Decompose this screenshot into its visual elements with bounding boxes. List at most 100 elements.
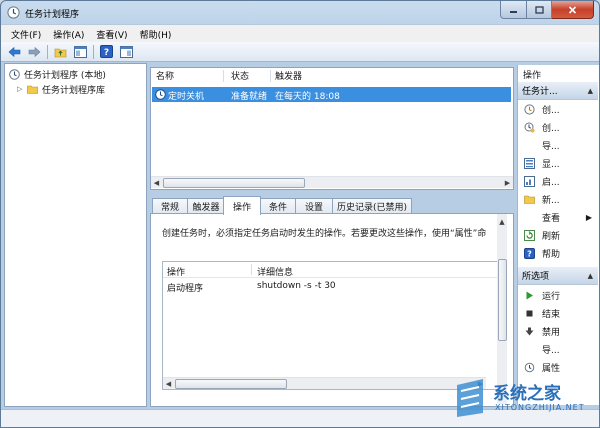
tree-item-local[interactable]: 任务计划程序 (本地) (9, 67, 106, 81)
action-create-basic-task[interactable]: 创... (518, 101, 598, 117)
minimize-button[interactable] (500, 1, 527, 19)
action-display-tasks[interactable]: 显... (518, 155, 598, 171)
table-row[interactable]: 定时关机 准备就绪 在每天的 18:08 (152, 87, 511, 102)
create-task-icon (524, 122, 535, 133)
action-export[interactable]: 导... (518, 341, 598, 357)
action-import[interactable]: 导... (518, 137, 598, 153)
menu-help[interactable]: 帮助(H) (134, 28, 178, 41)
window-title: 任务计划程序 (25, 10, 80, 20)
caption-buttons (500, 1, 594, 19)
site-watermark: 系统之家 XITONGZHIJIA.NET (449, 373, 599, 423)
task-name: 定时关机 (168, 92, 205, 102)
scroll-thumb[interactable] (175, 379, 287, 389)
console-tree-icon (74, 45, 87, 58)
action-label: 导... (542, 141, 560, 152)
horizontal-scrollbar[interactable]: ◀ ▶ (151, 176, 513, 188)
toolbar-separator (93, 44, 94, 59)
expand-arrow-icon[interactable]: ▷ (17, 85, 25, 93)
scroll-up-icon[interactable]: ▲ (497, 216, 507, 227)
scroll-thumb[interactable] (163, 178, 305, 188)
column-separator[interactable] (270, 70, 271, 82)
tab-history[interactable]: 历史记录(已禁用) (332, 198, 412, 214)
title-bar[interactable]: 任务计划程序 (1, 1, 599, 23)
action-label: 属性 (542, 363, 561, 374)
close-button[interactable] (552, 1, 594, 19)
action-new-folder[interactable]: 新... (518, 191, 598, 207)
action-label: 结束 (542, 309, 561, 320)
tree-item-library[interactable]: ▷ 任务计划程序库 (17, 82, 105, 96)
svg-text:?: ? (527, 249, 532, 258)
action-label: 创... (542, 123, 560, 134)
section-header-task-scheduler[interactable]: 任务计... ▲ (518, 82, 598, 100)
actions-table: 操作 详细信息 启动程序 shutdown -s -t 30 ◀ ▶ (162, 261, 499, 390)
display-tasks-icon (524, 157, 535, 169)
task-list: 名称 状态 触发器 定时关机 准备就绪 在每天的 18:08 ◀ ▶ (150, 67, 514, 190)
menu-file[interactable]: 文件(F) (5, 28, 47, 41)
close-icon (568, 5, 577, 14)
maximize-icon (534, 5, 544, 14)
section-header-selected-item[interactable]: 所选项 ▲ (518, 267, 598, 285)
refresh-icon (524, 229, 535, 241)
app-window: 任务计划程序 文件(F) 操作(A) 查看(V) 帮助(H) ? 任务计划程序 … (0, 0, 600, 428)
section-title: 任务计... (522, 87, 558, 97)
collapse-up-icon[interactable]: ▲ (588, 87, 593, 95)
action-label: 导... (542, 345, 560, 356)
forward-button[interactable] (27, 44, 42, 59)
action-enable-history[interactable]: 启... (518, 173, 598, 189)
tab-triggers[interactable]: 触发器 (187, 198, 225, 214)
scroll-right-icon[interactable]: ▶ (502, 177, 513, 188)
action-view[interactable]: 查看 ▶ (518, 209, 598, 225)
scroll-thumb[interactable] (498, 259, 507, 341)
tree-item-label: 任务计划程序 (本地) (24, 70, 106, 81)
tree-item-label: 任务计划程序库 (42, 85, 106, 96)
table-row[interactable]: 启动程序 shutdown -s -t 30 (163, 279, 486, 294)
action-label: 查看 (542, 213, 561, 224)
action-refresh[interactable]: 刷新 (518, 227, 598, 243)
window-view-icon (120, 45, 133, 58)
watermark-brand: 系统之家 (493, 384, 561, 404)
tab-settings[interactable]: 设置 (295, 198, 333, 214)
action-label: 帮助 (542, 249, 561, 260)
scroll-left-icon[interactable]: ◀ (163, 378, 174, 389)
new-folder-icon (524, 194, 535, 205)
maximize-button[interactable] (527, 1, 552, 19)
action-label: 创... (542, 105, 560, 116)
action-help[interactable]: ? 帮助 (518, 245, 598, 261)
run-icon (524, 290, 535, 301)
tab-conditions[interactable]: 条件 (260, 198, 296, 214)
action-type: 启动程序 (167, 284, 204, 294)
column-separator[interactable] (223, 70, 224, 82)
horizontal-scrollbar[interactable]: ◀ ▶ (163, 377, 486, 389)
up-folder-button[interactable] (53, 44, 68, 59)
show-hide-console-button[interactable] (73, 44, 88, 59)
menu-view[interactable]: 查看(V) (90, 28, 133, 41)
column-separator[interactable] (251, 264, 252, 275)
scroll-left-icon[interactable]: ◀ (151, 177, 162, 188)
column-header-name[interactable]: 名称 (156, 68, 174, 83)
collapse-up-icon[interactable]: ▲ (588, 272, 593, 280)
menu-action[interactable]: 操作(A) (47, 28, 90, 41)
task-scheduler-icon (7, 6, 20, 19)
help-toolbar-button[interactable]: ? (99, 44, 114, 59)
watermark-url: XITONGZHIJIA.NET (495, 403, 585, 412)
header-divider (163, 277, 498, 278)
menu-bar: 文件(F) 操作(A) 查看(V) 帮助(H) (1, 24, 599, 43)
tab-actions[interactable]: 操作 (223, 196, 261, 215)
toolbar: ? (1, 42, 599, 62)
console-view-button[interactable] (119, 44, 134, 59)
action-label: 显... (542, 159, 560, 170)
properties-icon (524, 362, 535, 373)
column-header-trigger[interactable]: 触发器 (275, 68, 302, 83)
action-end[interactable]: 结束 (518, 305, 598, 321)
tab-strip: 常规 触发器 操作 条件 设置 历史记录(已禁用) (150, 196, 512, 215)
enable-history-icon (524, 175, 535, 187)
action-create-task[interactable]: 创... (518, 119, 598, 135)
task-trigger: 在每天的 18:08 (275, 92, 340, 102)
action-disable[interactable]: 禁用 (518, 323, 598, 339)
column-header-status[interactable]: 状态 (231, 68, 249, 83)
back-button[interactable] (7, 44, 22, 59)
action-run[interactable]: 运行 (518, 287, 598, 303)
toolbar-separator (47, 44, 48, 59)
tab-general[interactable]: 常规 (152, 198, 188, 214)
section-title: 所选项 (522, 272, 550, 282)
